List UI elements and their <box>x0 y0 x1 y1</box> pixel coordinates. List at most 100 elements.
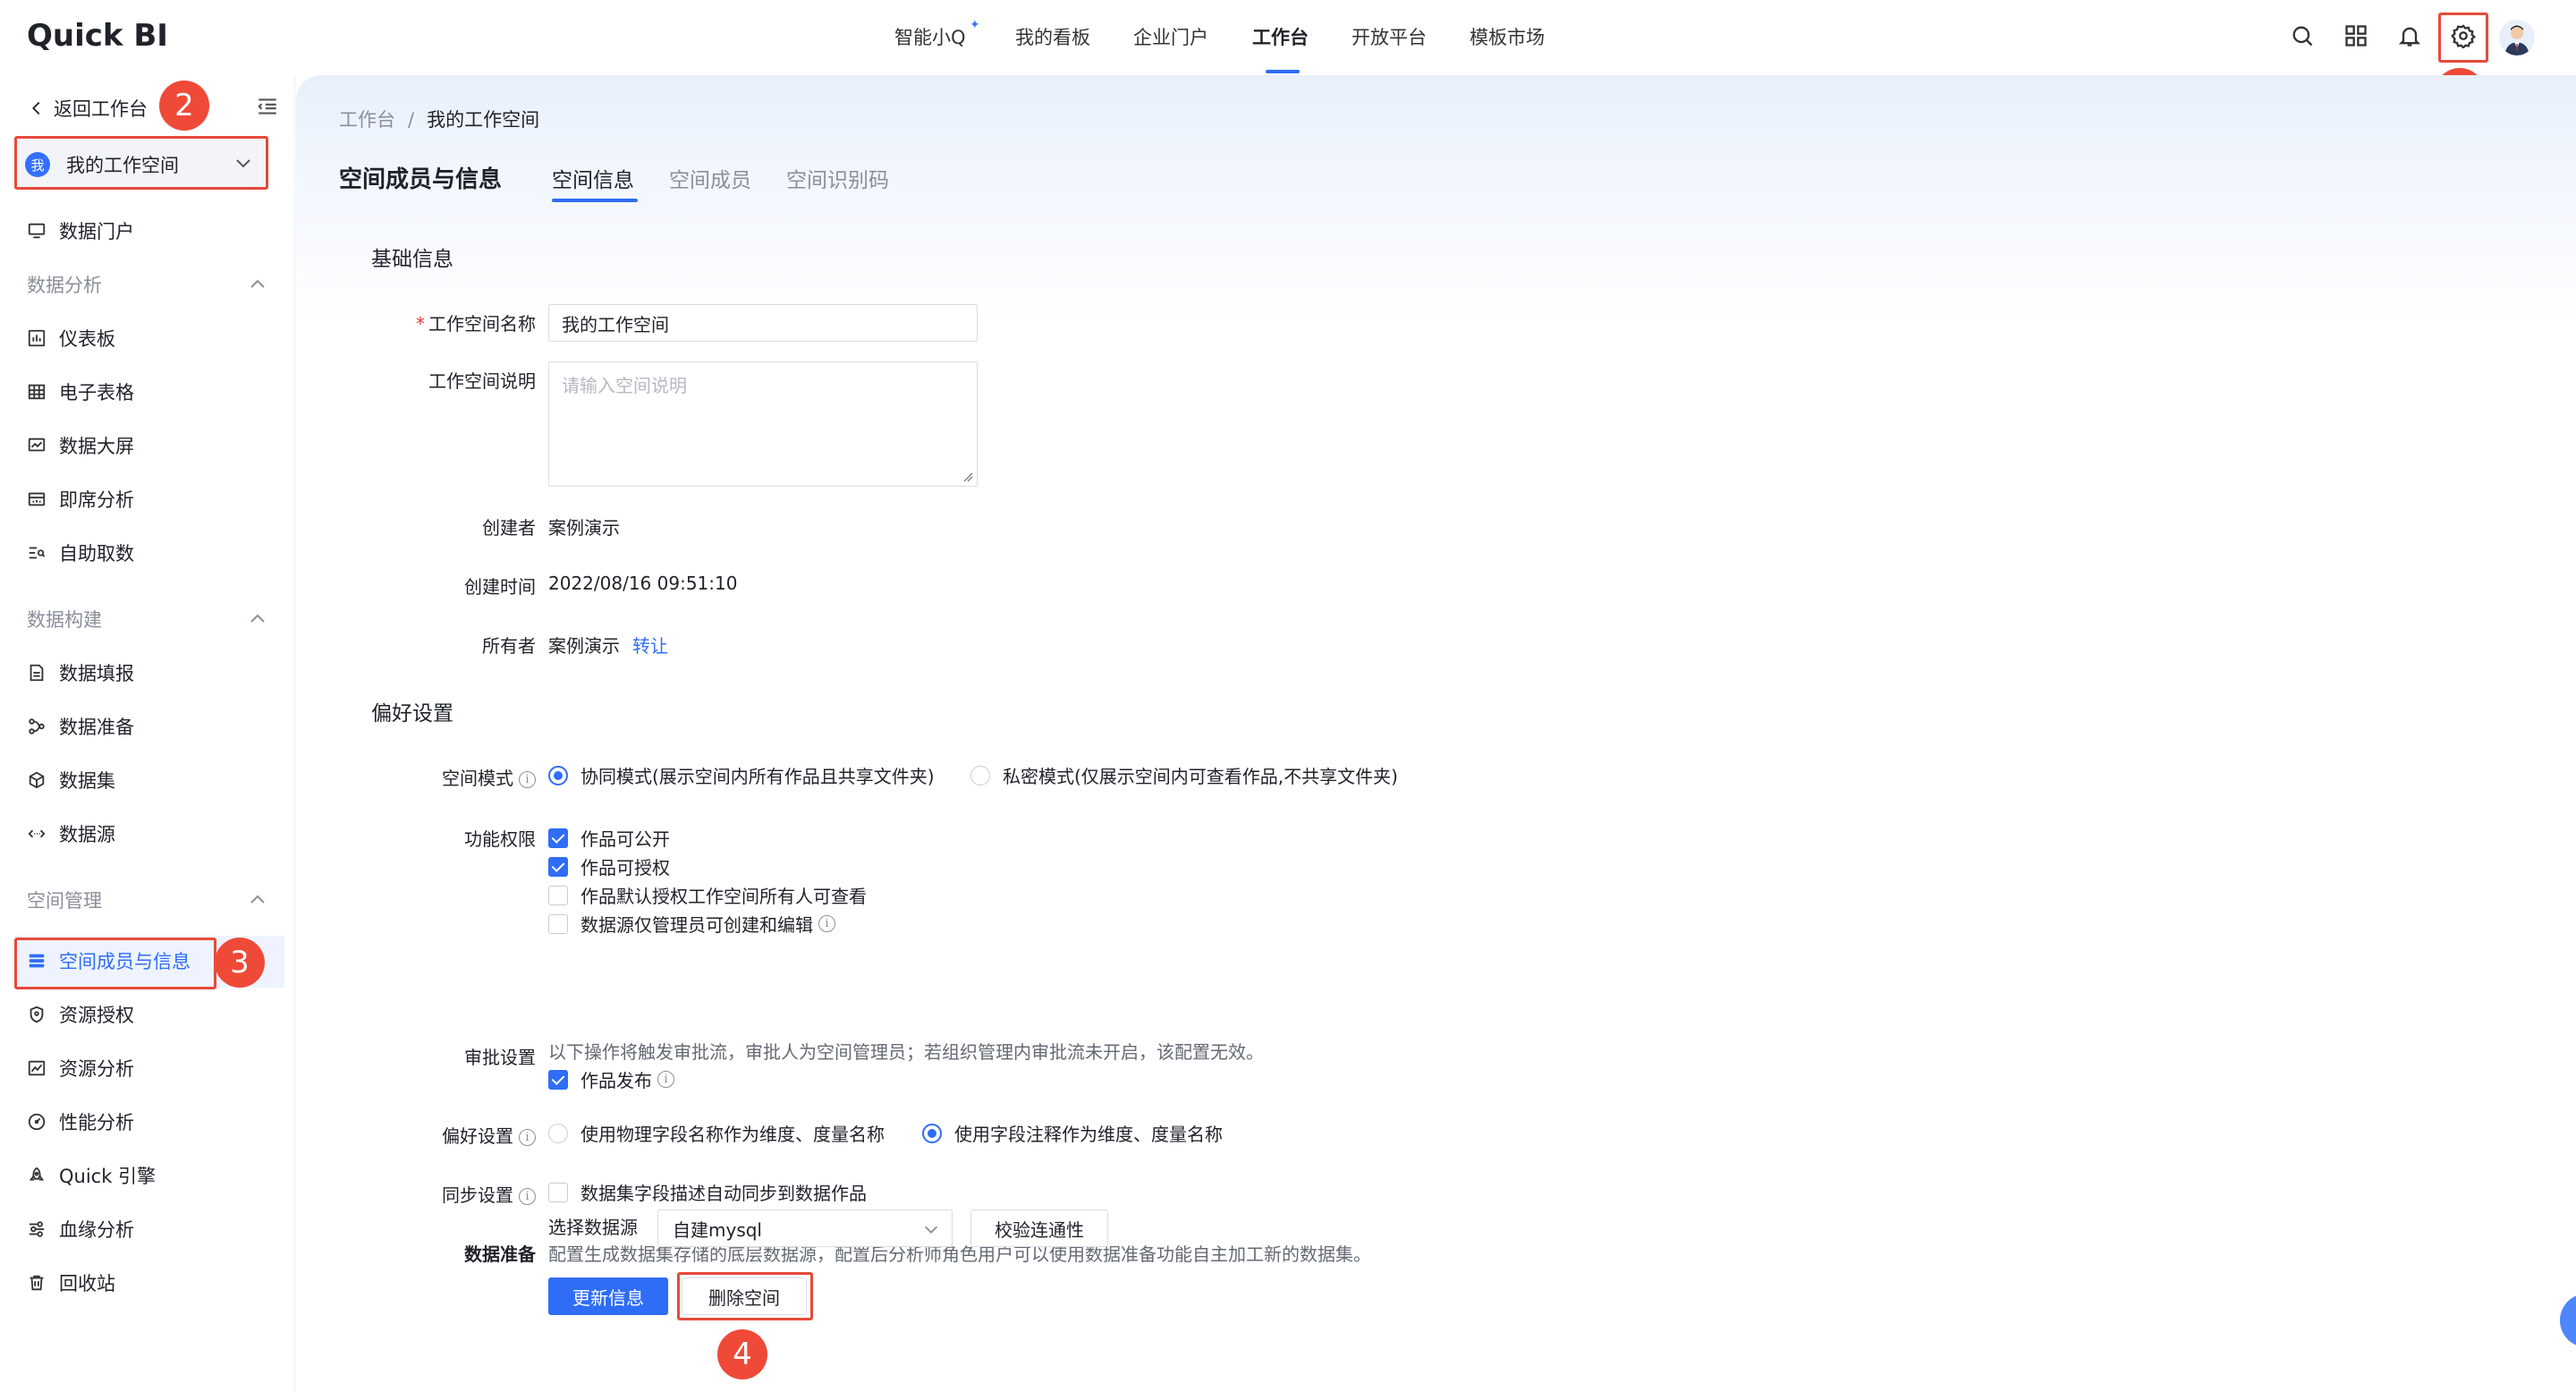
sidebar-item-recycle-bin[interactable]: 回收站 <box>27 1265 115 1301</box>
label-text: 空间模式 <box>442 768 513 789</box>
delete-space-button[interactable]: 删除空间 <box>682 1277 807 1315</box>
mode-collab-radio[interactable]: 协同模式(展示空间内所有作品且共享文件夹) <box>548 762 935 788</box>
trash-icon <box>27 1273 47 1293</box>
sidebar-group-data-build[interactable]: 数据构建 <box>27 601 268 637</box>
list-search-icon <box>27 543 47 563</box>
pref-physical-name-radio[interactable]: 使用物理字段名称作为维度、度量名称 <box>548 1120 885 1146</box>
quick-bi-logo[interactable]: Quick BI <box>27 18 168 54</box>
section-basic-info: 基础信息 <box>371 248 453 271</box>
option-label: 数据集字段描述自动同步到数据作品 <box>580 1183 867 1204</box>
resize-handle-icon[interactable] <box>962 471 973 482</box>
chevron-down-icon <box>236 159 250 168</box>
sidebar-item-lineage[interactable]: 血缘分析 <box>27 1211 134 1247</box>
nav-workbench[interactable]: 工作台 <box>1252 23 1309 50</box>
tab-space-members[interactable]: 空间成员 <box>669 163 751 193</box>
approval-publish-checkbox[interactable]: 作品发布 i <box>548 1066 674 1092</box>
workspace-name-input[interactable]: 我的工作空间 <box>548 304 978 342</box>
members-info-icon <box>27 951 47 971</box>
transfer-link[interactable]: 转让 <box>632 635 668 657</box>
required-mark: * <box>416 313 425 335</box>
pref-field-comment-radio[interactable]: 使用字段注释作为维度、度量名称 <box>922 1120 1223 1146</box>
tab-space-info[interactable]: 空间信息 <box>552 163 634 193</box>
label-text: 同步设置 <box>442 1184 513 1206</box>
info-icon[interactable]: i <box>519 771 536 788</box>
pref-label: 偏好设置 i <box>442 1122 536 1148</box>
shield-icon <box>27 1005 47 1024</box>
sidebar-item-resource-auth[interactable]: 资源授权 <box>27 997 134 1032</box>
radio-unselected <box>970 765 990 785</box>
sidebar-group-data-analysis[interactable]: 数据分析 <box>27 267 268 302</box>
update-info-button[interactable]: 更新信息 <box>548 1277 668 1315</box>
sidebar-item-resource-analysis[interactable]: 资源分析 <box>27 1050 134 1086</box>
sync-desc-checkbox[interactable]: 数据集字段描述自动同步到数据作品 <box>548 1179 867 1205</box>
check-connectivity-button[interactable]: 校验连通性 <box>970 1210 1108 1247</box>
collapse-sidebar-icon[interactable] <box>256 95 279 118</box>
sidebar-item-big-screen[interactable]: 数据大屏 <box>27 428 134 463</box>
info-icon[interactable]: i <box>818 915 835 932</box>
sidebar-item-data-portal[interactable]: 数据门户 <box>27 213 134 249</box>
settings-gear-icon[interactable] <box>2447 20 2479 52</box>
sidebar-group-space-admin[interactable]: 空间管理 <box>27 882 268 918</box>
info-icon[interactable]: i <box>657 1071 674 1088</box>
sidebar-item-dashboard[interactable]: 仪表板 <box>27 320 115 356</box>
nav-smart-q[interactable]: 智能小Q <box>894 23 966 50</box>
link-arrows-icon <box>27 824 47 844</box>
sidebar-item-members-info[interactable]: 空间成员与信息 <box>27 943 191 979</box>
sidebar-item-datasource[interactable]: 数据源 <box>27 816 115 852</box>
sidebar-item-label: 资源授权 <box>59 1005 134 1026</box>
workspace-selector[interactable]: 我 我的工作空间 <box>16 140 265 190</box>
nav-active-underline <box>1266 70 1300 73</box>
cube-icon <box>27 770 47 790</box>
chevron-up-icon <box>250 279 265 288</box>
sidebar-item-performance[interactable]: 性能分析 <box>27 1104 134 1140</box>
apps-grid-icon[interactable] <box>2340 20 2372 52</box>
sidebar-group-title: 空间管理 <box>27 890 102 912</box>
desc-placeholder: 请输入空间说明 <box>562 375 687 396</box>
workspace-desc-textarea[interactable]: 请输入空间说明 <box>548 361 978 487</box>
tab-space-code[interactable]: 空间识别码 <box>786 163 889 193</box>
search-icon[interactable] <box>2286 20 2318 52</box>
perm-datasource-admin-checkbox[interactable]: 数据源仅管理员可创建和编辑 i <box>548 911 835 937</box>
breadcrumb-root[interactable]: 工作台 <box>339 109 395 131</box>
label-text: 偏好设置 <box>442 1125 513 1147</box>
sidebar-item-adhoc-analysis[interactable]: 即席分析 <box>27 481 134 517</box>
nav-my-dashboard[interactable]: 我的看板 <box>1015 23 1090 50</box>
nav-open-platform[interactable]: 开放平台 <box>1352 23 1427 50</box>
sidebar-item-label: 性能分析 <box>59 1112 134 1133</box>
annotation-badge-2: 2 <box>159 81 209 131</box>
checkbox-unchecked <box>548 885 568 905</box>
perm-default-view-checkbox[interactable]: 作品默认授权工作空间所有人可查看 <box>548 882 867 908</box>
sidebar-item-quick-engine[interactable]: Quick 引擎 <box>27 1158 156 1193</box>
bell-icon[interactable] <box>2394 20 2426 52</box>
sidebar-item-label: 数据准备 <box>59 717 134 738</box>
checkbox-unchecked <box>548 913 568 934</box>
user-avatar[interactable] <box>2499 20 2535 55</box>
nav-enterprise-portal[interactable]: 企业门户 <box>1133 23 1208 50</box>
nav-template-market[interactable]: 模板市场 <box>1470 23 1545 50</box>
screen-trend-icon <box>27 436 47 455</box>
option-label: 协同模式(展示空间内所有作品且共享文件夹) <box>580 766 935 787</box>
perm-label: 功能权限 <box>464 828 536 850</box>
option-label: 作品可公开 <box>580 828 670 850</box>
sidebar-item-dataset[interactable]: 数据集 <box>27 762 115 798</box>
sidebar-item-data-prep[interactable]: 数据准备 <box>27 709 134 744</box>
sidebar-item-label: Quick 引擎 <box>59 1166 157 1187</box>
workspace-name-label: * 工作空间名称 <box>416 310 536 335</box>
option-label: 数据源仅管理员可创建和编辑 <box>580 914 813 936</box>
option-label: 作品默认授权工作空间所有人可查看 <box>580 886 867 907</box>
sidebar-item-spreadsheet[interactable]: 电子表格 <box>27 374 134 410</box>
datasource-select[interactable]: 自建mysql <box>657 1210 953 1247</box>
info-icon[interactable]: i <box>519 1129 536 1146</box>
tab-active-underline <box>552 199 638 202</box>
sidebar-item-self-service[interactable]: 自助取数 <box>27 535 134 571</box>
perm-authorize-checkbox[interactable]: 作品可授权 <box>548 853 670 879</box>
sidebar-item-data-entry[interactable]: 数据填报 <box>27 655 134 691</box>
info-icon[interactable]: i <box>519 1188 536 1205</box>
sidebar-group-title: 数据构建 <box>27 609 102 631</box>
back-to-workbench-link[interactable]: 返回工作台 <box>27 95 148 122</box>
adhoc-icon <box>27 489 47 509</box>
perm-public-checkbox[interactable]: 作品可公开 <box>548 825 670 851</box>
header-gradient-bg <box>296 75 2576 326</box>
option-label: 使用物理字段名称作为维度、度量名称 <box>580 1124 885 1145</box>
mode-private-radio[interactable]: 私密模式(仅展示空间内可查看作品,不共享文件夹) <box>970 762 1398 788</box>
